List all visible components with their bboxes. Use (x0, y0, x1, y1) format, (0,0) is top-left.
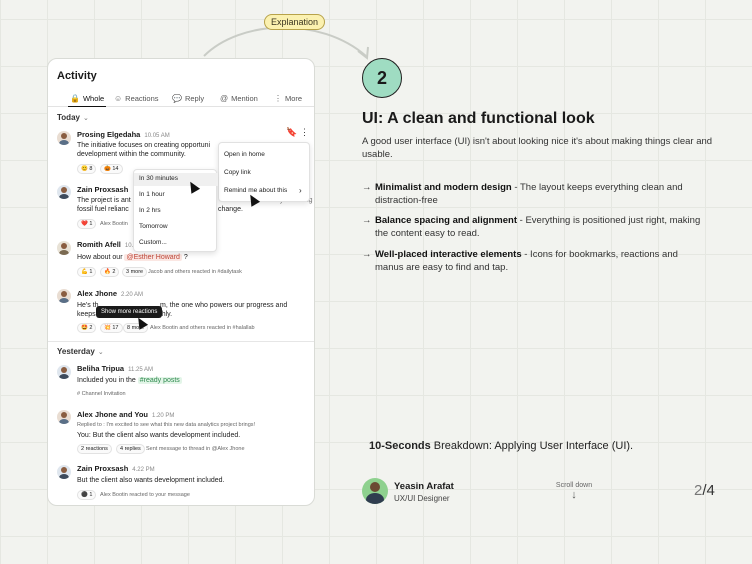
message-text: change. (218, 206, 243, 213)
message-author[interactable]: Prosing Elgedaha 10.05 AM (77, 130, 170, 139)
message-text: keeps (77, 311, 96, 318)
invitation-note: # Channel Invitation (77, 391, 126, 397)
reply-quote: Replied to : I'm excited to see what thi… (77, 422, 256, 428)
message-text: The project is ant (77, 197, 131, 204)
step-number-badge: 2 (362, 58, 402, 98)
reaction-chip[interactable]: 😊 8 (77, 164, 97, 174)
reaction-chip[interactable]: ❤️ 1 (77, 219, 97, 229)
bullet-item: → Minimalist and modern design - The layo… (362, 182, 683, 206)
reaction-chip[interactable]: 💥 17 (100, 323, 123, 333)
chevron-down-icon: ⌄ (97, 349, 104, 356)
lock-icon: 🔒 (70, 93, 80, 103)
bullet-item: → Balance spacing and alignment - Everyth… (362, 215, 701, 239)
mention-link[interactable]: @Esther Howard (124, 254, 182, 261)
tab-reply[interactable]: 💬 Reply (172, 90, 204, 107)
arrow-down-icon: ↓ (571, 489, 577, 501)
reaction-note: Alex Bootin and others reacted in #halal… (150, 325, 255, 331)
breakdown-caption: 10-Seconds Breakdown: Applying User Inte… (369, 440, 634, 452)
menu-item-tomorrow[interactable]: Tomorrow (139, 223, 168, 230)
avatar[interactable] (57, 241, 71, 255)
channel-tag[interactable]: #ready posts (137, 377, 182, 384)
activity-title: Activity (57, 70, 97, 82)
more-vertical-icon: ⋮ (274, 94, 282, 103)
message-text: The initiative focuses on creating oppor… (77, 142, 211, 149)
avatar[interactable] (57, 131, 71, 145)
more-reactions-button[interactable]: 3 more (122, 267, 148, 277)
message-text: m, the one who powers our progress and (160, 302, 288, 309)
arrow-right-icon: → (362, 215, 372, 226)
menu-item-2-hrs[interactable]: In 2 hrs (139, 207, 161, 214)
message-author[interactable]: Alex Jhone 2.20 AM (77, 289, 143, 298)
reaction-chip[interactable]: 🔥 2 (100, 267, 120, 277)
menu-item-custom[interactable]: Custom... (139, 239, 167, 246)
menu-item-1-hour[interactable]: In 1 hour (139, 191, 165, 198)
avatar[interactable] (57, 185, 71, 199)
explanation-label: Explanation (264, 14, 326, 30)
author-role: UX/UI Designer (394, 494, 450, 503)
reaction-chip[interactable]: 🎃 14 (100, 164, 123, 174)
author-avatar (362, 478, 388, 504)
author-name: Yeasin Arafat (394, 481, 454, 492)
message-author[interactable]: Beliha Tripua 11.25 AM (77, 364, 153, 373)
more-vertical-icon[interactable]: ⋮ (300, 127, 309, 138)
reaction-note: Alex Bootin (100, 221, 128, 227)
message-text: You: But the client also wants developme… (77, 432, 241, 439)
menu-item-open-in-home[interactable]: Open in home (224, 151, 265, 158)
section-today[interactable]: Today ⌄ (57, 113, 89, 122)
message-text: development within the community. (77, 151, 186, 158)
message-text: Included you in the #ready posts (77, 377, 182, 384)
at-icon: @ (220, 94, 229, 103)
slide-lead: A good user interface (UI) isn't about l… (362, 136, 713, 160)
thread-note: Sent message to thread in @Alex Jhone (146, 446, 245, 452)
smile-icon: ☺ (114, 94, 123, 103)
message-author[interactable]: Zain Proxsash (77, 185, 128, 194)
avatar[interactable] (57, 365, 71, 379)
reaction-note: Jacob and others reacted in #dailytask (148, 269, 242, 275)
tab-more[interactable]: ⋮ More (274, 90, 302, 107)
section-yesterday[interactable]: Yesterday ⌄ (57, 347, 104, 356)
reactions-tooltip: Show more reactions (96, 306, 163, 318)
divider (48, 341, 314, 342)
menu-item-30-minutes[interactable]: In 30 minutes (139, 175, 178, 182)
message-context-menu: Open in home Copy link Remind me about t… (218, 142, 310, 202)
message-text: But the client also wants development in… (77, 477, 225, 484)
arrow-right-icon: → (362, 182, 372, 193)
slide-title: UI: A clean and functional look (362, 110, 595, 127)
avatar[interactable] (57, 465, 71, 479)
menu-item-copy-link[interactable]: Copy link (224, 169, 251, 176)
remind-submenu: In 30 minutes In 1 hour In 2 hrs Tomorro… (133, 169, 218, 252)
reactions-count-chip[interactable]: 2 reactions (77, 444, 112, 454)
tab-mention[interactable]: @ Mention (220, 90, 258, 107)
arrow-right-icon: → (362, 249, 372, 260)
page-indicator: 2/4 (694, 482, 715, 499)
reaction-chip[interactable]: ⚫ 1 (77, 490, 97, 500)
reaction-note: Alex Bootin reacted to your message (100, 492, 190, 498)
message-author[interactable]: Alex Jhone and You 1.20 PM (77, 410, 174, 419)
avatar[interactable] (57, 410, 71, 424)
activity-panel: Activity 🔒 Whole ☺ Reactions 💬 Reply @ Menti… (47, 58, 315, 506)
bullet-item: → Well-placed interactive elements - Icon… (362, 249, 678, 273)
message-text: How about our @Esther Howard ? (77, 254, 188, 261)
message-text: fossil fuel relianc (77, 206, 129, 213)
reaction-chip[interactable]: 🤩 2 (77, 323, 97, 333)
menu-item-remind-me[interactable]: Remind me about this (224, 187, 287, 194)
message-author[interactable]: Zain Proxsash 4.22 PM (77, 464, 155, 473)
scroll-hint: Scroll down ↓ (555, 482, 593, 501)
replies-count-chip[interactable]: 4 replies (116, 444, 145, 454)
chevron-right-icon: › (299, 186, 302, 195)
activity-tabs: 🔒 Whole ☺ Reactions 💬 Reply @ Mention ⋮ More (48, 90, 314, 107)
bookmark-icon[interactable]: 🔖 (286, 127, 297, 138)
chevron-down-icon: ⌄ (82, 115, 89, 122)
avatar[interactable] (57, 289, 71, 303)
reaction-chip[interactable]: 💪 1 (77, 267, 97, 277)
tab-whole[interactable]: 🔒 Whole (68, 90, 107, 107)
chat-icon: 💬 (172, 94, 182, 103)
tab-reactions[interactable]: ☺ Reactions (114, 90, 159, 107)
